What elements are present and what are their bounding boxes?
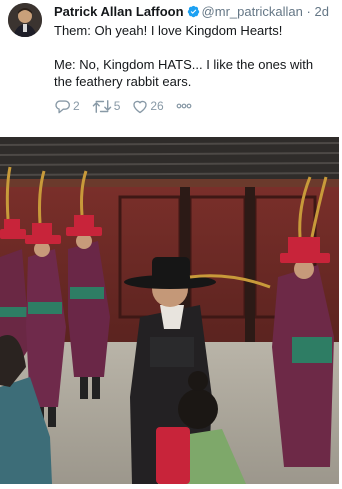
tweet-actions: 2 5 26: [54, 97, 192, 115]
tweet-text-line: Them: Oh yeah! I love Kingdom Hearts!: [54, 23, 283, 38]
like-count: 26: [150, 99, 164, 113]
retweet-count: 5: [113, 99, 121, 113]
retweet-icon: [92, 99, 111, 113]
user-handle[interactable]: @mr_patrickallan: [202, 4, 303, 19]
separator-dot: ·: [306, 4, 311, 19]
reply-count: 2: [73, 99, 80, 113]
timestamp[interactable]: 2d: [314, 4, 328, 19]
like-button[interactable]: 26: [132, 99, 164, 114]
tweet-header: Patrick Allan Laffoon @mr_patrickallan · …: [54, 4, 329, 20]
tweet-text: Them: Oh yeah! I love Kingdom Hearts! Me…: [54, 22, 334, 90]
tweet-image[interactable]: [0, 137, 339, 484]
avatar[interactable]: [8, 3, 42, 37]
retweet-button[interactable]: 5: [92, 99, 121, 114]
heart-icon: [133, 100, 148, 113]
verified-badge-icon: [187, 5, 199, 18]
tweet-text-line: Me: No, Kingdom HATS... I like the ones …: [54, 57, 314, 89]
tweet-card: Patrick Allan Laffoon @mr_patrickallan · …: [0, 0, 342, 489]
reply-icon: [55, 99, 70, 113]
display-name[interactable]: Patrick Allan Laffoon: [54, 4, 184, 19]
reply-button[interactable]: 2: [54, 99, 80, 114]
more-dots-icon[interactable]: [176, 103, 192, 109]
